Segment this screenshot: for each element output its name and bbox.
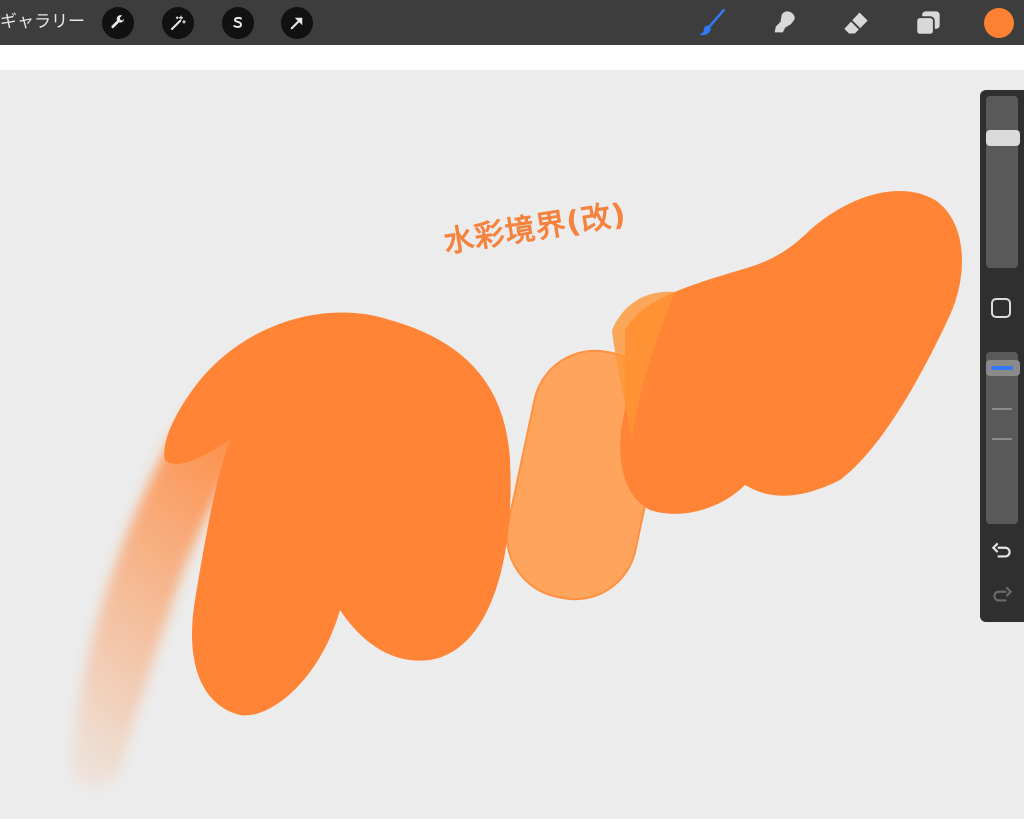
drawing-canvas[interactable]: 水彩境界(改) xyxy=(0,70,1024,819)
color-picker-button[interactable] xyxy=(984,8,1014,38)
top-toolbar: ギャラリー xyxy=(0,0,1024,45)
transform-button[interactable] xyxy=(281,7,313,39)
brush-stroke-left xyxy=(164,312,511,716)
brush-icon xyxy=(699,9,725,36)
selection-button[interactable] xyxy=(222,7,254,39)
selection-s-icon xyxy=(233,16,242,28)
undo-button[interactable] xyxy=(989,538,1015,564)
undo-arrow-icon xyxy=(991,542,1011,558)
brush-sidebar xyxy=(980,90,1024,622)
actions-button[interactable] xyxy=(102,7,134,39)
brush-size-thumb[interactable] xyxy=(986,130,1020,147)
modify-button[interactable] xyxy=(991,298,1011,318)
magic-wand-icon xyxy=(171,15,186,30)
redo-arrow-icon xyxy=(993,586,1013,602)
layers-icon xyxy=(915,11,940,36)
opacity-tick xyxy=(992,438,1012,440)
opacity-thumb-indicator xyxy=(991,365,1013,370)
canvas-top-border xyxy=(0,45,1024,70)
eraser-icon xyxy=(844,12,868,34)
canvas-artwork xyxy=(70,191,962,787)
brush-size-slider[interactable] xyxy=(986,96,1018,268)
smudge-tool-button[interactable] xyxy=(767,6,801,40)
opacity-thumb[interactable] xyxy=(986,359,1020,376)
eraser-tool-button[interactable] xyxy=(839,6,873,40)
redo-button[interactable] xyxy=(989,582,1015,608)
paint-tool-button[interactable] xyxy=(695,6,729,40)
layers-button[interactable] xyxy=(911,6,945,40)
adjustments-button[interactable] xyxy=(162,7,194,39)
wrench-icon xyxy=(111,15,125,29)
brush-stroke-right xyxy=(620,191,962,514)
opacity-tick xyxy=(992,408,1012,410)
smudge-finger-icon xyxy=(774,11,795,33)
gallery-button[interactable]: ギャラリー xyxy=(0,0,85,45)
arrow-cursor-icon xyxy=(290,17,303,30)
